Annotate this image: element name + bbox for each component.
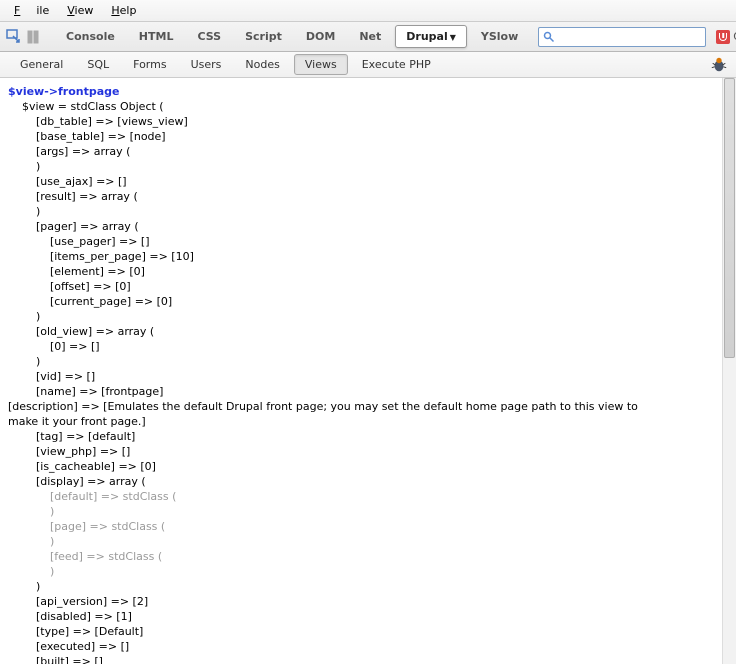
- dump-line: [tag] => [default]: [8, 429, 714, 444]
- subtab-execute[interactable]: Execute PHP: [352, 55, 441, 74]
- dropdown-arrow-icon: ▼: [450, 33, 456, 42]
- tab-console[interactable]: Console: [56, 26, 125, 47]
- tab-yslow[interactable]: YSlow: [471, 26, 528, 47]
- dump-line: [page] => stdClass (: [8, 519, 714, 534]
- dump-line: [base_table] => [node]: [8, 129, 714, 144]
- dump-line: make it your front page.]: [8, 414, 714, 429]
- menubar: File View Help: [0, 0, 736, 22]
- dump-line: [old_view] => array (: [8, 324, 714, 339]
- menu-help[interactable]: Help: [103, 2, 144, 19]
- tab-net[interactable]: Net: [349, 26, 391, 47]
- dump-line: ): [8, 504, 714, 519]
- dump-line: [default] => stdClass (: [8, 489, 714, 504]
- dump-line: [items_per_page] => [10]: [8, 249, 714, 264]
- tab-drupal[interactable]: Drupal▼: [395, 25, 467, 48]
- dump-line: [disabled] => [1]: [8, 609, 714, 624]
- dump-line: ): [8, 564, 714, 579]
- subtab-views[interactable]: Views: [294, 54, 348, 75]
- dump-line: [use_ajax] => []: [8, 174, 714, 189]
- dump-line: ): [8, 579, 714, 594]
- tab-script[interactable]: Script: [235, 26, 292, 47]
- subtab-forms[interactable]: Forms: [123, 55, 176, 74]
- dump-line: [api_version] => [2]: [8, 594, 714, 609]
- menu-view[interactable]: View: [59, 2, 101, 19]
- dump-line: [name] => [frontpage]: [8, 384, 714, 399]
- dump-line: [vid] => []: [8, 369, 714, 384]
- dump-line: [element] => [0]: [8, 264, 714, 279]
- dump-line: $view = stdClass Object (: [8, 99, 714, 114]
- dump-line: [db_table] => [views_view]: [8, 114, 714, 129]
- dump-line: [offset] => [0]: [8, 279, 714, 294]
- subtab-users[interactable]: Users: [181, 55, 232, 74]
- subtab-nodes[interactable]: Nodes: [235, 55, 289, 74]
- dump-line: [feed] => stdClass (: [8, 549, 714, 564]
- dump-line: [description] => [Emulates the default D…: [8, 399, 714, 414]
- dump-line: [current_page] => [0]: [8, 294, 714, 309]
- dump-line: [use_pager] => []: [8, 234, 714, 249]
- toolbar: Console HTML CSS Script DOM Net Drupal▼ …: [0, 22, 736, 52]
- dump-line: [built] => []: [8, 654, 714, 664]
- subtab-sql[interactable]: SQL: [77, 55, 119, 74]
- menu-file[interactable]: File: [6, 2, 57, 19]
- dump-line: ): [8, 354, 714, 369]
- tab-dom[interactable]: DOM: [296, 26, 345, 47]
- dump-line: ): [8, 534, 714, 549]
- dump-line: [display] => array (: [8, 474, 714, 489]
- dump-line: [pager] => array (: [8, 219, 714, 234]
- dump-line: [view_php] => []: [8, 444, 714, 459]
- inspect-icon[interactable]: [6, 26, 22, 48]
- subtab-bar: General SQL Forms Users Nodes Views Exec…: [0, 52, 736, 78]
- dump-line: [args] => array (: [8, 144, 714, 159]
- search-icon: [543, 31, 555, 43]
- pause-icon[interactable]: [26, 26, 40, 48]
- dump-line: [0] => []: [8, 339, 714, 354]
- dump-line: [executed] => []: [8, 639, 714, 654]
- scrollbar-thumb[interactable]: [724, 78, 735, 358]
- dump-line: ): [8, 309, 714, 324]
- search-box[interactable]: [538, 27, 706, 47]
- power-toggle[interactable]: Off: [710, 28, 736, 46]
- dump-line: [type] => [Default]: [8, 624, 714, 639]
- bug-icon[interactable]: [710, 56, 728, 74]
- search-input[interactable]: [555, 31, 701, 43]
- dump-output: $view->frontpage $view = stdClass Object…: [0, 78, 722, 664]
- dump-line: ): [8, 204, 714, 219]
- content-wrap: $view->frontpage $view = stdClass Object…: [0, 78, 736, 664]
- tab-html[interactable]: HTML: [129, 26, 184, 47]
- tab-css[interactable]: CSS: [187, 26, 231, 47]
- power-icon: [716, 30, 730, 44]
- dump-line: [is_cacheable] => [0]: [8, 459, 714, 474]
- scrollbar[interactable]: [722, 78, 736, 664]
- view-header[interactable]: $view->frontpage: [8, 84, 714, 99]
- dump-line: [result] => array (: [8, 189, 714, 204]
- dump-line: ): [8, 159, 714, 174]
- subtab-general[interactable]: General: [10, 55, 73, 74]
